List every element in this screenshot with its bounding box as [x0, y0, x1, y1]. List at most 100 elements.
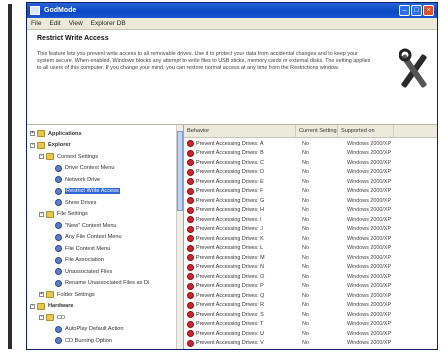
setting-cell: No	[302, 178, 309, 185]
behavior-cell: Prevent Accessing Drives: H	[184, 206, 299, 214]
minimize-button[interactable]: –	[399, 5, 410, 16]
list-row[interactable]: Prevent Accessing Drives: D No Windows 200…	[184, 168, 437, 178]
supported-cell: Windows 2000/XP	[347, 159, 392, 166]
collapse-icon[interactable]: -	[39, 154, 44, 159]
setting-cell: No	[302, 254, 309, 261]
column-header-setting[interactable]: Current Setting	[296, 125, 338, 137]
error-icon	[187, 178, 194, 186]
setting-icon	[55, 176, 62, 183]
tree-item[interactable]: Drive Context Menu	[48, 164, 114, 173]
setting-cell: No	[302, 302, 309, 309]
list-row[interactable]: Prevent Accessing Drives: M No Windows 200…	[184, 253, 437, 263]
supported-cell: Windows 2000/XP	[347, 264, 392, 271]
page-margin	[0, 0, 24, 353]
behavior-cell: Prevent Accessing Drives: C	[184, 159, 299, 167]
collapse-icon[interactable]: -	[39, 211, 44, 217]
expand-icon[interactable]: +	[30, 131, 35, 136]
list-row[interactable]: Prevent Accessing Drives: E No Windows 200…	[184, 177, 437, 187]
list-row[interactable]: Prevent Accessing Drives: O No Windows 200…	[184, 272, 437, 282]
behavior-label: Prevent Accessing Drives: Q	[196, 292, 265, 299]
behavior-cell: Prevent Accessing Drives: Q	[184, 292, 299, 300]
menu-edit[interactable]: Edit	[49, 20, 60, 27]
list-row[interactable]: Prevent Accessing Drives: L No Windows 200…	[184, 244, 437, 254]
tree-item[interactable]: Restrict Write Access	[48, 187, 120, 196]
list-row[interactable]: Prevent Accessing Drives: Q No Windows 200…	[184, 291, 437, 301]
tree-item[interactable]: - Context Settings	[39, 152, 98, 161]
supported-cell: Windows 2000/XP	[347, 254, 392, 261]
list-row[interactable]: Prevent Accessing Drives: J No Windows 200…	[184, 225, 437, 235]
column-header-behavior[interactable]: Behavior	[184, 125, 296, 137]
collapse-icon[interactable]: -	[30, 303, 35, 309]
list-row[interactable]: Prevent Accessing Drives: K No Windows 200…	[184, 234, 437, 244]
scrollbar-thumb[interactable]	[177, 131, 183, 211]
tree-item[interactable]: AutoPlay Default Action	[48, 325, 123, 334]
error-icon	[187, 301, 194, 309]
tree-item[interactable]: Rename Unassociated Files as Di	[48, 279, 149, 288]
column-header-supported[interactable]: Supported on	[338, 125, 394, 137]
behavior-label: Prevent Accessing Drives: C	[196, 159, 265, 166]
supported-cell: Windows 2000/XP	[347, 235, 392, 242]
tree-item[interactable]: + Applications	[30, 129, 82, 138]
tree-item[interactable]: Show Drives	[48, 198, 96, 207]
collapse-icon[interactable]: -	[39, 315, 44, 320]
collapse-icon[interactable]: -	[30, 142, 35, 148]
supported-cell: Windows 2000/XP	[347, 340, 392, 347]
tree-item[interactable]: File Association	[48, 256, 104, 265]
behavior-label: Prevent Accessing Drives: S	[196, 311, 264, 318]
tree-item[interactable]: - File Settings	[39, 210, 88, 219]
list-row[interactable]: Prevent Accessing Drives: P No Windows 200…	[184, 282, 437, 292]
tree-item-label: Folder Settings	[57, 291, 95, 298]
tree-item-label: File Settings	[57, 211, 88, 217]
tree-item[interactable]: Any File Context Menu	[48, 233, 122, 242]
tree-item[interactable]: Network Drive	[48, 175, 100, 184]
list-row[interactable]: Prevent Accessing Drives: F No Windows 200…	[184, 187, 437, 197]
tree-item-label: Network Drive	[65, 176, 101, 183]
list-row[interactable]: Prevent Accessing Drives: H No Windows 200…	[184, 206, 437, 216]
tree-item[interactable]: - CD	[39, 313, 65, 322]
list-row[interactable]: Prevent Accessing Drives: U No Windows 200…	[184, 329, 437, 339]
setting-icon	[55, 164, 62, 172]
close-button[interactable]: ×	[423, 5, 434, 16]
error-icon	[187, 292, 194, 300]
tree-item-label: Drive Context Menu	[65, 165, 115, 171]
tree-pane[interactable]: + Applications - Explorer - Context Settings D…	[27, 125, 184, 349]
list-row[interactable]: Prevent Accessing Drives: G No Windows 200…	[184, 196, 437, 206]
supported-cell: Windows 2000/XP	[347, 207, 392, 214]
app-window: GodMode – □ × File Edit View Explorer DB…	[26, 2, 438, 350]
behavior-cell: Prevent Accessing Drives: U	[184, 330, 299, 338]
tree-item[interactable]: File Context Menu	[48, 244, 110, 253]
list-row[interactable]: Prevent Accessing Drives: A No Windows 200…	[184, 139, 437, 149]
list-row[interactable]: Prevent Accessing Drives: R No Windows 200…	[184, 301, 437, 311]
error-icon	[187, 254, 194, 262]
behavior-label: Prevent Accessing Drives: H	[196, 207, 265, 214]
tree-item[interactable]: "New" Context Menu	[48, 221, 117, 230]
list-row[interactable]: Prevent Accessing Drives: S No Windows 200…	[184, 310, 437, 320]
maximize-button[interactable]: □	[411, 5, 422, 16]
list-row[interactable]: Prevent Accessing Drives: V No Windows 200…	[184, 339, 437, 349]
menu-view[interactable]: View	[69, 20, 83, 27]
error-icon	[187, 235, 194, 243]
list-row[interactable]: Prevent Accessing Drives: T No Windows 200…	[184, 320, 437, 330]
list-pane[interactable]: Behavior Current Setting Supported on Pr…	[184, 125, 437, 349]
menu-file[interactable]: File	[31, 20, 41, 27]
tree-item[interactable]: + Folder Settings	[39, 290, 95, 299]
menu-explorer-db[interactable]: Explorer DB	[91, 20, 126, 27]
supported-cell: Windows 2000/XP	[347, 321, 392, 328]
tree-item-label: "New" Context Menu	[65, 222, 117, 229]
adjacent-window-edge	[8, 4, 12, 349]
list-row[interactable]: Prevent Accessing Drives: C No Windows 200…	[184, 158, 437, 168]
tree-item[interactable]: CD Burning Option	[48, 336, 112, 345]
behavior-label: Prevent Accessing Drives: K	[196, 235, 264, 242]
setting-icon	[55, 222, 62, 229]
list-row[interactable]: Prevent Accessing Drives: B No Windows 200…	[184, 149, 437, 159]
tree-item[interactable]: - Hardware	[30, 302, 74, 311]
expand-icon[interactable]: +	[39, 292, 44, 297]
tree-item[interactable]: Unassociated Files	[48, 267, 112, 276]
list-row[interactable]: Prevent Accessing Drives: N No Windows 200…	[184, 263, 437, 273]
supported-cell: Windows 2000/XP	[347, 188, 392, 195]
tree-item[interactable]: - Explorer	[30, 141, 71, 150]
title-bar[interactable]: GodMode – □ ×	[27, 3, 437, 18]
tree-scrollbar[interactable]	[176, 125, 183, 349]
error-icon	[187, 282, 194, 290]
list-row[interactable]: Prevent Accessing Drives: I No Windows 200…	[184, 215, 437, 225]
